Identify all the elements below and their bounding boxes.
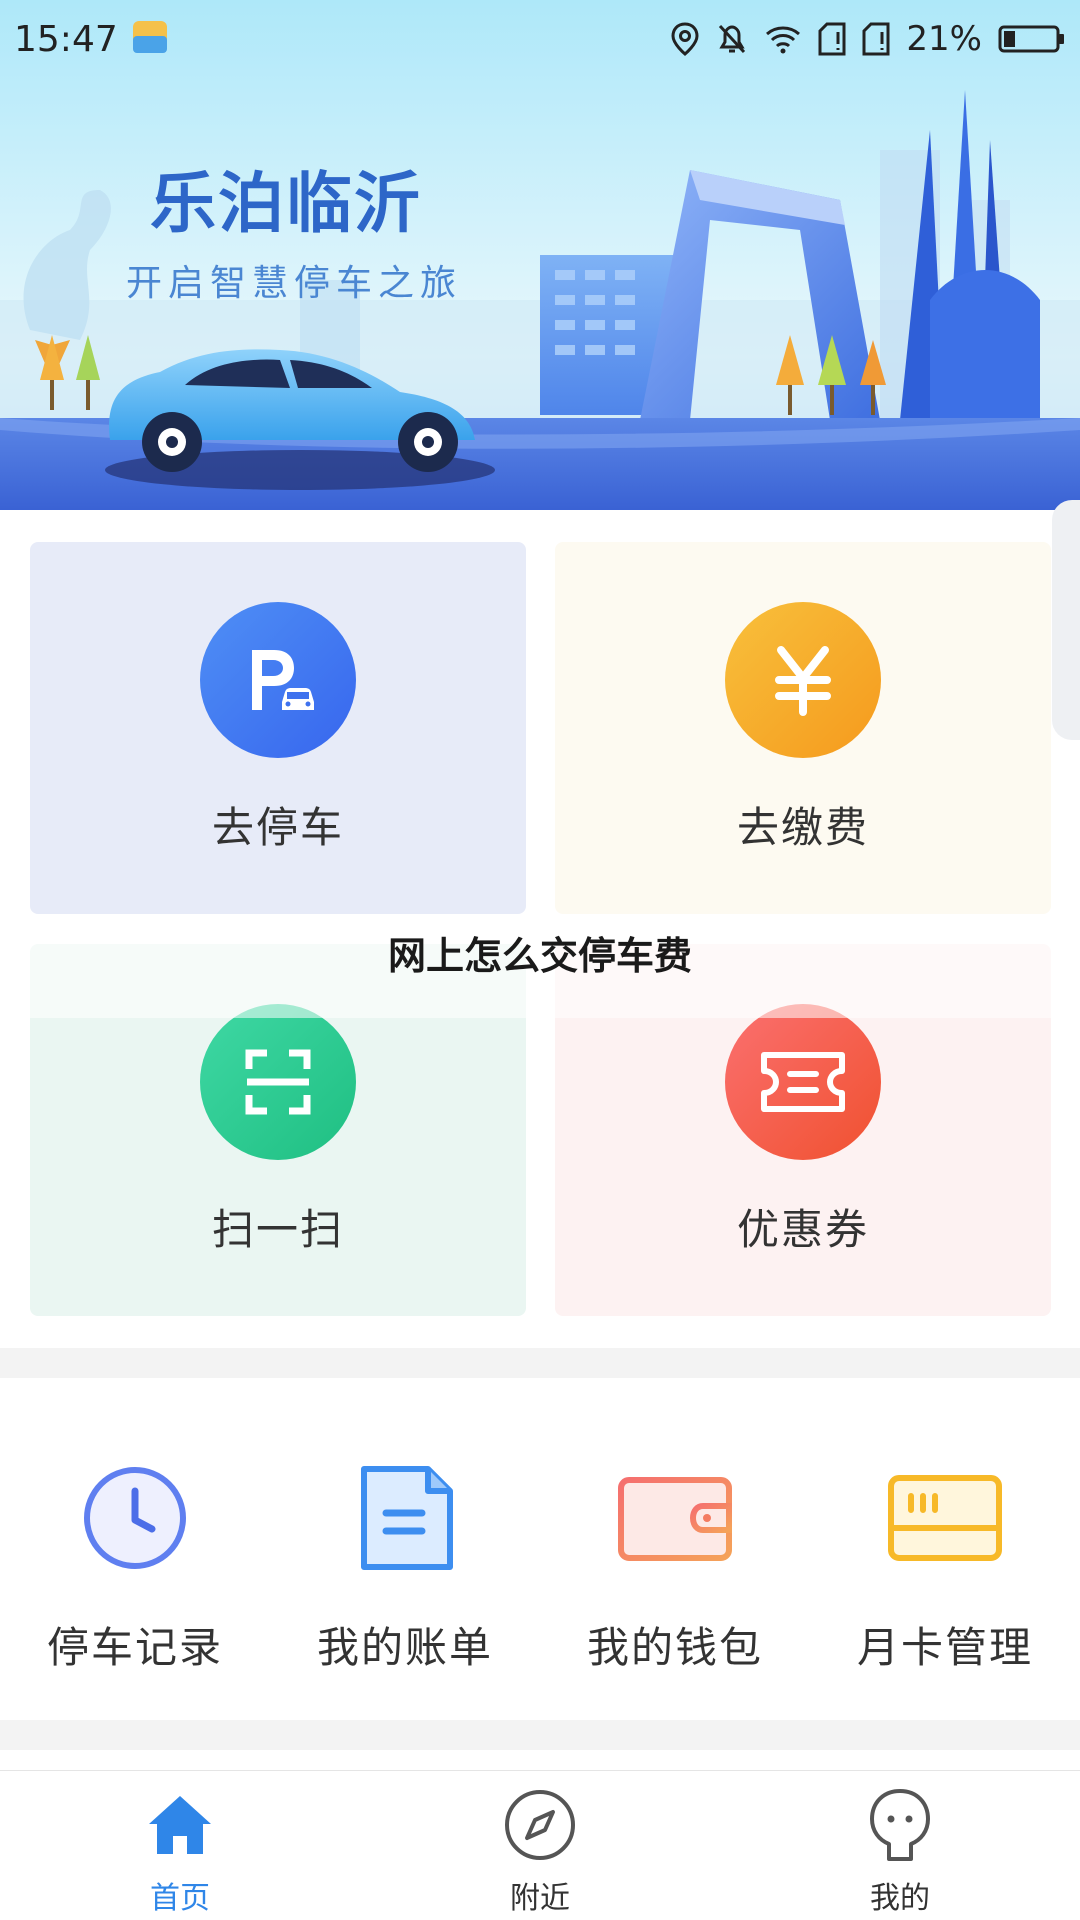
quick-monthly-card[interactable]: 月卡管理 (810, 1430, 1080, 1690)
bill-icon (345, 1458, 465, 1578)
nav-nearby[interactable]: 附近 (390, 1771, 690, 1917)
quick-links: 停车记录 我的账单 我的钱包 月卡管理 (0, 1430, 1080, 1690)
tile-go-pay-label: 去缴费 (736, 803, 869, 852)
tile-go-park-label: 去停车 (211, 803, 344, 852)
nav-mine[interactable]: 我的 (750, 1771, 1050, 1917)
parking-car-icon (200, 602, 356, 758)
side-drawer-handle[interactable] (1052, 500, 1080, 740)
status-bar: 15:47 21% (0, 0, 1080, 78)
hero-banner[interactable]: 15:47 21% 乐泊临沂 开启智慧停车之旅 (0, 0, 1080, 510)
nav-home[interactable]: 首页 (30, 1771, 330, 1917)
clock-icon (75, 1458, 195, 1578)
quick-monthly-card-label: 月卡管理 (856, 1623, 1033, 1672)
card-icon (885, 1458, 1005, 1578)
sim1-icon (818, 22, 846, 56)
quick-my-wallet-label: 我的钱包 (586, 1623, 763, 1672)
weather-icon (132, 20, 168, 58)
section-divider-bottom (0, 1720, 1080, 1750)
location-icon (670, 22, 700, 56)
ticket-icon (725, 1004, 881, 1160)
quick-my-bills-label: 我的账单 (316, 1623, 493, 1672)
quick-parking-records[interactable]: 停车记录 (0, 1430, 270, 1690)
quick-my-bills[interactable]: 我的账单 (270, 1430, 540, 1690)
section-divider (0, 1348, 1080, 1378)
wifi-icon (764, 24, 802, 54)
bell-off-icon (716, 22, 748, 56)
overlay-title: 网上怎么交停车费 (387, 934, 692, 978)
quick-parking-records-label: 停车记录 (46, 1623, 223, 1672)
wallet-icon (615, 1458, 735, 1578)
compass-icon (500, 1785, 580, 1865)
battery-percent: 21% (906, 19, 982, 59)
banner-title: 乐泊临沂 (150, 165, 422, 242)
tile-go-pay[interactable]: 去缴费 (555, 542, 1051, 914)
bottom-nav: 首页 附近 我的 (0, 1770, 1080, 1920)
yuan-icon (725, 602, 881, 758)
profile-icon (860, 1785, 940, 1865)
nav-mine-label: 我的 (870, 1881, 930, 1916)
sim2-icon (862, 22, 890, 56)
home-icon (140, 1785, 220, 1865)
nav-home-label: 首页 (150, 1881, 210, 1916)
tile-go-park[interactable]: 去停车 (30, 542, 526, 914)
status-time: 15:47 (14, 18, 118, 60)
banner-subtitle: 开启智慧停车之旅 (126, 263, 463, 304)
quick-my-wallet[interactable]: 我的钱包 (540, 1430, 810, 1690)
nav-nearby-label: 附近 (510, 1881, 570, 1916)
tile-coupon-label: 优惠券 (736, 1205, 869, 1254)
battery-icon (998, 24, 1066, 54)
scan-icon (200, 1004, 356, 1160)
tile-scan-label: 扫一扫 (211, 1205, 344, 1254)
